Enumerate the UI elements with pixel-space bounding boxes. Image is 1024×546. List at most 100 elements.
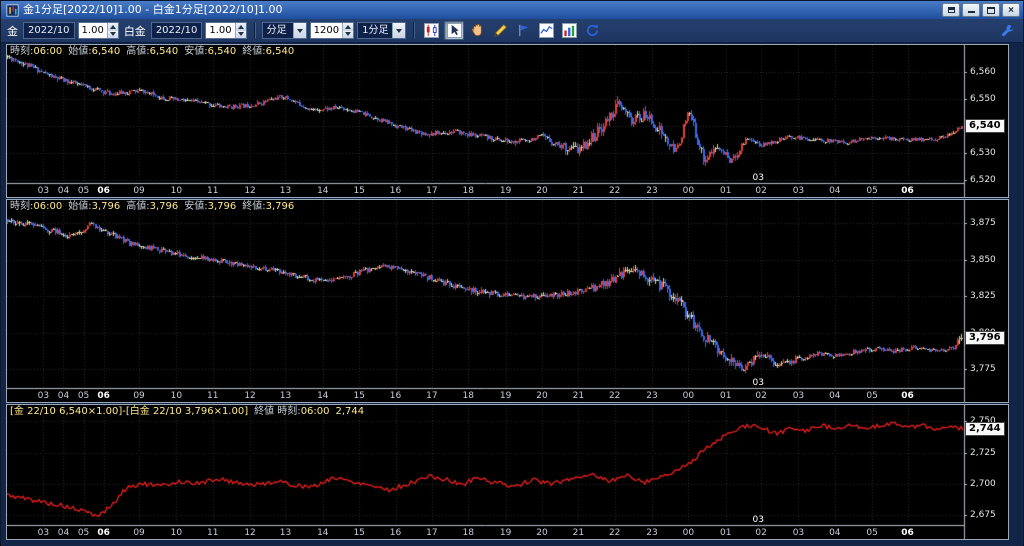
x-axis-tick: 02 [755,528,767,538]
platinum-label: 白金 [123,24,146,38]
x-axis-tick: 05 [77,528,90,538]
platinum-month-select[interactable]: 2022/10 [150,22,203,39]
info-label: 終値: [242,201,266,212]
x-axis-tick: 10 [170,186,183,196]
y-axis-tick: 3,875 [970,218,996,229]
x-axis-tick: 22 [608,391,621,401]
chart-area: 時刻:06:00 始値:6,540 高値:6,540 安値:6,540 終値:6,540… [6,44,1009,540]
x-axis-tick: 15 [353,391,365,401]
titlebar[interactable]: 金1分足[2022/10]1.00 - 白金1分足[2022/10]1.00 × [1,1,1023,19]
x-axis-tick: 22 [608,186,621,196]
x-axis-tick: 04 [829,186,841,196]
pan-button[interactable] [467,21,487,40]
info-value: 3,796 [265,201,295,212]
x-axis-tick: 04 [57,528,70,538]
histogram-button[interactable] [559,21,579,40]
x-axis-tick: 02 [755,186,767,196]
x-axis-tick: 04 [829,391,841,401]
platinum-multiplier-spinner-up-button[interactable] [235,23,246,31]
cursor-button[interactable] [444,21,465,40]
chart-canvas-gold[interactable] [7,45,1008,197]
chart-canvas-spread[interactable] [7,405,1008,539]
panel-info-2: [金 22/10 6,540×1.00]-[白金 22/10 3,796×1.0… [10,406,370,418]
settings-button[interactable] [997,21,1017,40]
x-axis-tick: 18 [462,391,474,401]
popout-button[interactable] [942,3,960,17]
gold-multiplier-spinner[interactable]: 1.00 [77,22,119,39]
y-axis-tick: 6,520 [970,175,996,186]
x-axis-tick: 12 [244,391,256,401]
x-axis-tick: 19 [499,391,512,401]
bar-count-spinner-up-button[interactable] [343,23,354,31]
draw-line-button[interactable] [490,21,510,40]
platinum-multiplier-spinner[interactable]: 1.00 [205,22,247,39]
x-axis-tick: 16 [389,186,402,196]
info-value: 06:00 [33,46,63,57]
date-change-label: 03 [752,378,764,388]
bar-count-spinner[interactable]: 1200 [309,22,355,39]
marker-button[interactable] [513,21,533,40]
app-icon [6,3,19,17]
x-axis-tick: 00 [682,186,695,196]
x-axis-tick: 06 [97,391,110,401]
gold-multiplier-spinner-up-button[interactable] [107,23,118,31]
x-axis-tick: 20 [536,186,548,196]
x-axis-tick: 14 [317,391,329,401]
y-axis-tick: 6,560 [970,67,996,78]
date-change-label: 03 [752,515,764,525]
window-title: 金1分足[2022/10]1.00 - 白金1分足[2022/10]1.00 [23,3,283,16]
y-axis-tick: 6,550 [970,94,996,105]
platinum-multiplier-spinner-value: 1.00 [209,25,232,36]
x-axis-tick: 03 [37,391,50,401]
x-axis-tick: 01 [719,186,732,196]
pencil-icon [493,23,508,38]
info-label: 時刻: [10,46,34,57]
interval-select-arrow-button[interactable] [392,23,406,38]
x-axis-tick: 03 [792,528,805,538]
y-axis-tick: 2,725 [970,447,996,458]
gold-month-select[interactable]: 2022/10 [23,22,75,39]
panel-info-0: 時刻:06:00 始値:6,540 高値:6,540 安値:6,540 終値:6,540 [10,46,300,58]
platinum-chart-panel: 時刻:06:00 始値:3,796 高値:3,796 安値:3,796 終値:3,796… [6,199,1009,403]
x-axis-tick: 12 [244,528,256,538]
x-axis-tick: 03 [792,186,805,196]
info-label: 始値: [68,46,92,57]
chart-type-button[interactable] [421,21,441,40]
info-value: 3,796 [207,201,237,212]
x-axis-tick: 00 [682,528,695,538]
refresh-button[interactable] [582,21,602,40]
x-axis-tick: 09 [133,391,145,401]
info-label: 終値 時刻: [254,406,301,417]
gold-multiplier-spinner-down-button[interactable] [107,30,118,38]
info-value: 2,744 [335,406,365,417]
x-axis-tick: 17 [426,528,438,538]
x-axis-tick: 21 [572,528,585,538]
close-button[interactable]: × [1002,3,1020,17]
x-axis-tick: 15 [353,186,365,196]
x-axis-tick: 14 [317,186,329,196]
x-axis-tick: 18 [462,528,474,538]
info-value: 06:00 [33,201,63,212]
interval-select[interactable]: 1分足 [357,22,407,39]
flag-icon [516,23,531,38]
x-axis-tick: 06 [97,186,110,196]
info-label: 時刻: [10,201,34,212]
x-axis-tick: 09 [133,186,145,196]
info-label: 安値: [184,46,208,57]
maximize-button[interactable] [982,3,1000,17]
chart-canvas-platinum[interactable] [7,200,1008,402]
x-axis-tick: 10 [170,528,183,538]
platinum-multiplier-spinner-down-button[interactable] [235,30,246,38]
gold-multiplier-spinner-value: 1.00 [81,25,104,36]
x-axis-tick: 16 [389,528,402,538]
x-axis-tick: 11 [207,391,219,401]
x-axis-tick: 05 [77,391,90,401]
period-type-select[interactable]: 分足 [261,22,307,39]
info-value: 06:00 [300,406,330,417]
bar-count-spinner-down-button[interactable] [343,30,354,38]
info-value: [金 22/10 6,540×1.00]-[白金 22/10 3,796×1.0… [10,406,249,417]
period-type-select-arrow-button[interactable] [292,23,306,38]
line-chart-button[interactable] [536,21,556,40]
minimize-button[interactable] [962,3,980,17]
x-axis-tick: 06 [97,528,110,538]
